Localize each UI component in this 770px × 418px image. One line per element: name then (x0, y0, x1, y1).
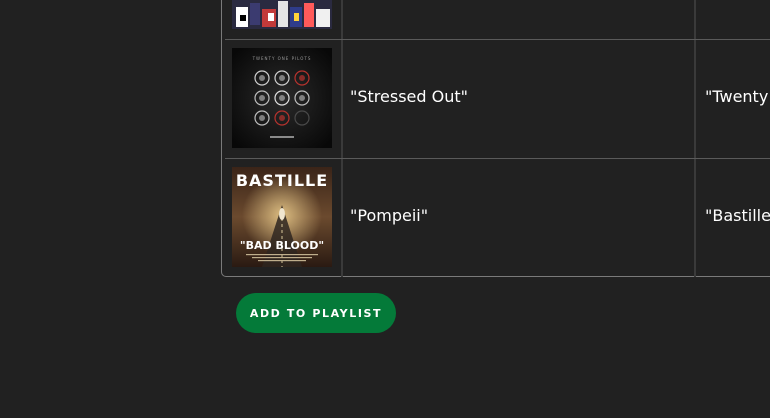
table-row[interactable]: BASTILLE "BAD BLOOD" "Pompeii" "Bastille… (222, 158, 770, 277)
art-caption: "BAD BLOOD" (240, 239, 324, 252)
collage-album-art-icon (232, 0, 332, 29)
song-title: "Pompeii" (350, 206, 429, 225)
table-row[interactable] (222, 0, 770, 39)
search-results-page: TWENTY ONE PILOTS "Stressed Out" "Twenty… (0, 0, 770, 418)
song-title: "Stressed Out" (350, 87, 468, 106)
artist-name: "Bastille" (705, 206, 770, 225)
art-caption: TWENTY ONE PILOTS (252, 56, 312, 61)
add-to-playlist-button[interactable]: ADD TO PLAYLIST (236, 293, 396, 333)
bad-blood-album-art-icon: BASTILLE "BAD BLOOD" (232, 167, 332, 267)
results-table: TWENTY ONE PILOTS "Stressed Out" "Twenty… (221, 0, 770, 277)
artist-name: "Twenty (705, 87, 769, 106)
art-caption: BASTILLE (236, 171, 328, 190)
table-row[interactable]: TWENTY ONE PILOTS "Stressed Out" "Twenty (222, 39, 770, 158)
blurryface-album-art-icon: TWENTY ONE PILOTS (232, 48, 332, 148)
